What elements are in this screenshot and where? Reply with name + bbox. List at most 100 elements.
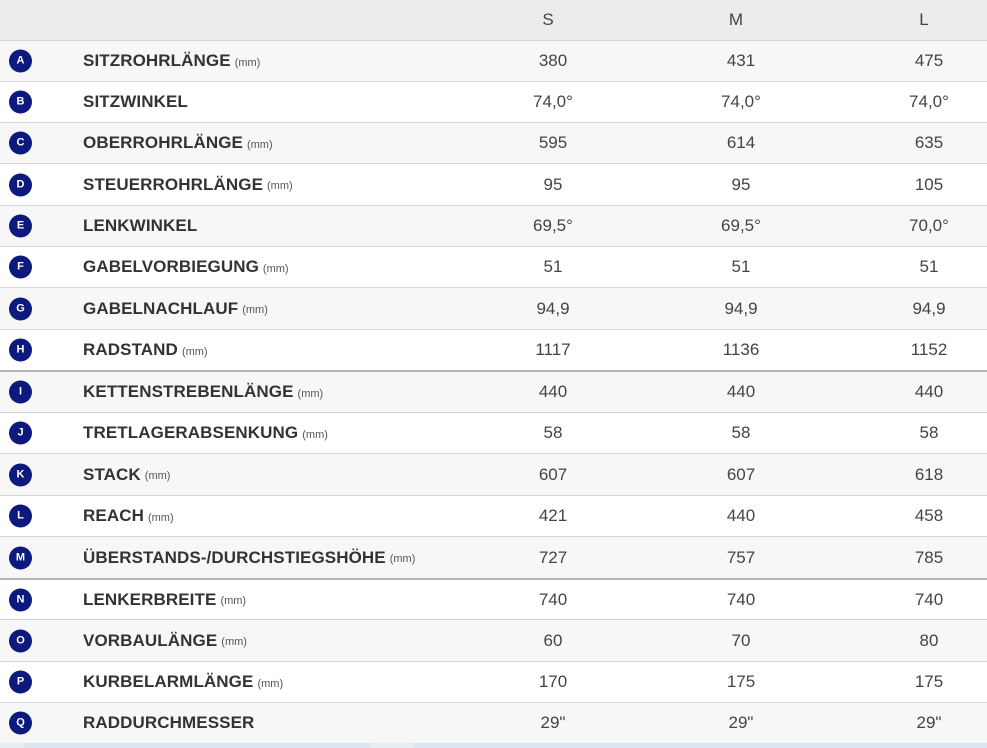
row-label: KETTENSTREBENLÄNGE (mm) [83,372,323,412]
value-size-l: 175 [914,672,944,691]
value-size-s: 740 [538,589,568,609]
value-size-s: 94,9 [536,298,570,318]
row-letter-badge: Q [9,711,32,735]
measurement-name: LENKERBREITE [83,589,217,609]
table-row: D STEUERROHRLÄNGE (mm) 95 95 105 [0,163,987,205]
row-letter-badge: P [9,670,32,694]
measurement-unit: (mm) [297,387,324,400]
table-row: G GABELNACHLAUF (mm) 94,9 94,9 94,9 [0,287,987,329]
value-size-s: 74,0° [533,92,573,111]
value-size-l: 70,0° [909,216,949,235]
value-size-s: 421 [538,506,568,525]
measurement-name: TRETLAGERABSENKUNG [83,423,299,442]
table-body: A SITZROHRLÄNGE (mm) 380 431 475 B SITZWINKEL 74… [0,40,987,743]
table-row: J TRETLAGERABSENKUNG (mm) 58 58 58 [0,412,987,453]
size-header-m: M [728,10,744,29]
row-letter-badge: K [9,463,32,486]
value-size-l: 105 [914,174,944,194]
table-row: K STACK (mm) 607 607 618 [0,453,987,495]
row-letter-badge: E [9,214,32,238]
row-label: SITZWINKEL [83,82,188,122]
table-row: E LENKWINKEL 69,5° 69,5° 70,0° [0,205,987,246]
measurement-name: RADDURCHMESSER [83,713,255,732]
value-size-l: 29" [916,713,942,732]
row-letter-badge: L [9,504,32,528]
table-row: O VORBAULÄNGE (mm) 60 70 80 [0,619,987,661]
value-size-s: 440 [538,382,568,401]
measurement-unit: (mm) [221,636,247,648]
row-letter-badge: H [9,338,32,362]
measurement-name: SITZROHRLÄNGE [83,51,231,70]
measurement-name: OBERROHRLÄNGE [83,133,243,152]
value-size-m: 95 [731,174,751,194]
value-size-l: 458 [914,506,944,525]
row-label: STACK (mm) [83,454,170,495]
measurement-name: VORBAULÄNGE [83,630,218,650]
value-size-l: 635 [914,133,944,152]
value-size-l: 785 [914,547,944,567]
measurement-name: REACH [83,506,144,525]
row-letter-badge: O [9,629,32,652]
table-row: P KURBELARMLÄNGE (mm) 170 175 175 [0,661,987,702]
measurement-unit: (mm) [257,677,284,690]
horizontal-scrollbar[interactable] [0,743,987,748]
value-size-m: 69,5° [721,216,761,235]
value-size-m: 175 [726,672,756,691]
row-letter-badge: D [9,173,32,196]
geometry-table: S M L A SITZROHRLÄNGE (mm) 380 431 475 B SITZWI… [0,0,987,743]
value-size-s: 607 [538,464,568,484]
value-size-m: 74,0° [721,92,761,111]
row-letter-badge: C [9,131,32,155]
value-size-m: 740 [726,589,756,609]
row-label: TRETLAGERABSENKUNG (mm) [83,413,328,453]
value-size-l: 80 [919,630,939,650]
row-label: KURBELARMLÄNGE (mm) [83,662,283,702]
measurement-unit: (mm) [242,304,268,316]
value-size-m: 440 [726,382,756,401]
table-header: S M L [0,0,987,40]
value-size-s: 1117 [535,340,571,359]
value-size-s: 95 [543,174,563,194]
row-label: STEUERROHRLÄNGE (mm) [83,164,293,205]
value-size-m: 431 [726,51,756,70]
measurement-name: STACK [83,464,141,484]
value-size-s: 727 [538,547,568,567]
measurement-name: RADSTAND [83,340,178,359]
measurement-unit: (mm) [262,262,289,275]
row-label: ÜBERSTANDS-/DURCHSTIEGSHÖHE (mm) [83,537,415,578]
value-size-s: 58 [543,423,563,442]
row-label: LENKWINKEL [83,206,197,246]
row-letter-badge: N [9,588,32,611]
row-letter-badge: A [9,49,32,73]
scrollbar-thumb[interactable] [414,743,987,748]
value-size-s: 51 [543,257,563,276]
measurement-name: GABELVORBIEGUNG [83,257,259,276]
value-size-m: 51 [731,257,751,276]
value-size-s: 380 [538,51,568,70]
measurement-name: SITZWINKEL [83,92,188,111]
measurement-unit: (mm) [302,428,328,441]
row-label: GABELNACHLAUF (mm) [83,288,268,329]
value-size-m: 757 [726,547,756,567]
row-label: GABELVORBIEGUNG (mm) [83,247,289,287]
row-letter-badge: G [9,297,32,320]
row-label: OBERROHRLÄNGE (mm) [83,123,273,163]
table-row: H RADSTAND (mm) 1117 1136 1152 [0,329,987,370]
table-row: Q RADDURCHMESSER 29" 29" 29" [0,702,987,743]
value-size-s: 595 [538,133,568,152]
measurement-unit: (mm) [220,595,247,607]
table-row: M ÜBERSTANDS-/DURCHSTIEGSHÖHE (mm) 727 757 78… [0,536,987,578]
row-label: RADDURCHMESSER [83,703,254,743]
measurement-name: KURBELARMLÄNGE [83,672,254,691]
value-size-m: 614 [726,133,756,152]
row-letter-badge: B [9,90,32,114]
table-row: L REACH (mm) 421 440 458 [0,495,987,536]
value-size-s: 29" [540,713,566,732]
value-size-l: 740 [914,589,944,609]
table-row: I KETTENSTREBENLÄNGE (mm) 440 440 440 [0,370,987,412]
value-size-l: 58 [919,423,939,442]
measurement-name: LENKWINKEL [83,216,198,235]
value-size-l: 74,0° [909,92,949,111]
table-row: C OBERROHRLÄNGE (mm) 595 614 635 [0,122,987,163]
value-size-m: 58 [731,423,751,442]
